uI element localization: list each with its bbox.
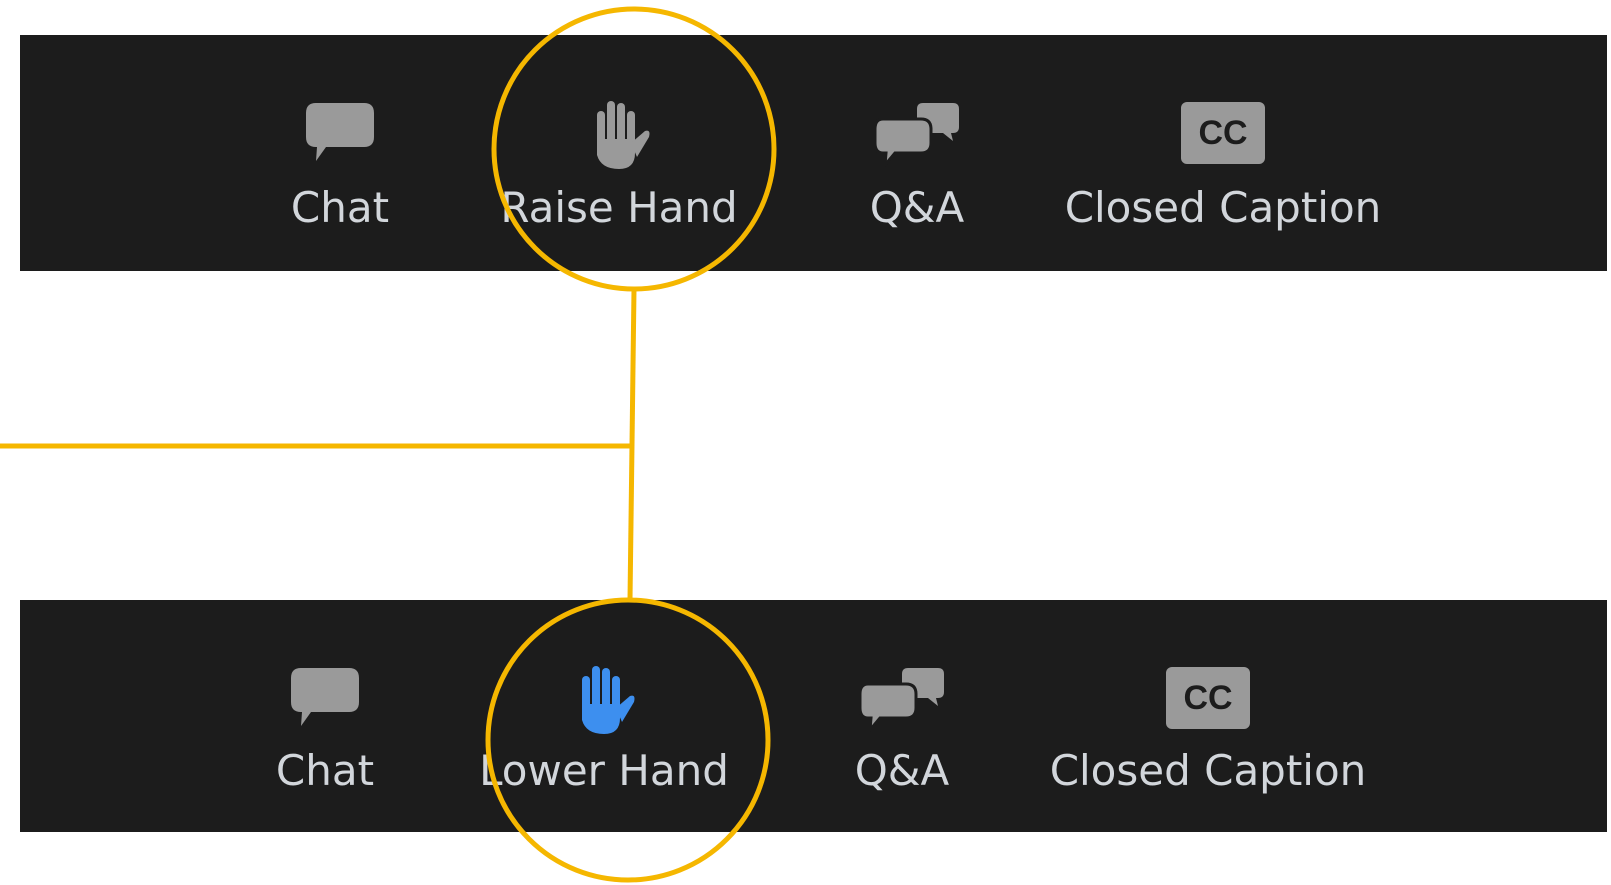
qa-button[interactable]: Q&A bbox=[757, 35, 1077, 271]
qa-label: Q&A bbox=[869, 183, 965, 232]
qa-bubbles-icon bbox=[858, 668, 944, 732]
cc-icon-text: CC bbox=[1198, 114, 1247, 152]
cc-icon: CC bbox=[1181, 102, 1265, 164]
connector-line-vertical bbox=[627, 288, 637, 601]
chat-button[interactable]: Chat bbox=[165, 600, 485, 832]
closed-caption-button[interactable]: CC Closed Caption bbox=[1048, 600, 1368, 832]
qa-label: Q&A bbox=[854, 746, 950, 795]
closed-caption-label: Closed Caption bbox=[1064, 183, 1382, 232]
chat-button[interactable]: Chat bbox=[180, 35, 500, 271]
raise-hand-button[interactable]: Raise Hand bbox=[459, 35, 779, 271]
cc-icon-text: CC bbox=[1183, 679, 1232, 717]
qa-button[interactable]: Q&A bbox=[742, 600, 1062, 832]
lower-hand-label: Lower Hand bbox=[479, 746, 729, 795]
chat-label: Chat bbox=[290, 183, 390, 232]
closed-caption-label: Closed Caption bbox=[1049, 746, 1367, 795]
cc-icon: CC bbox=[1166, 667, 1250, 729]
hand-icon bbox=[597, 101, 650, 169]
lower-hand-button[interactable]: Lower Hand bbox=[444, 600, 764, 832]
meeting-toolbar-before: Chat Raise Hand Q&A CC Closed Caption bbox=[20, 35, 1607, 271]
closed-caption-button[interactable]: CC Closed Caption bbox=[1063, 35, 1383, 271]
chat-label: Chat bbox=[275, 746, 375, 795]
hand-icon-active bbox=[582, 666, 635, 734]
raise-hand-label: Raise Hand bbox=[500, 183, 738, 232]
meeting-toolbar-after: Chat Lower Hand Q&A CC Closed Caption bbox=[20, 600, 1607, 832]
chat-bubble-icon bbox=[291, 668, 359, 726]
chat-bubble-icon bbox=[306, 103, 374, 161]
qa-bubbles-icon bbox=[873, 103, 959, 167]
